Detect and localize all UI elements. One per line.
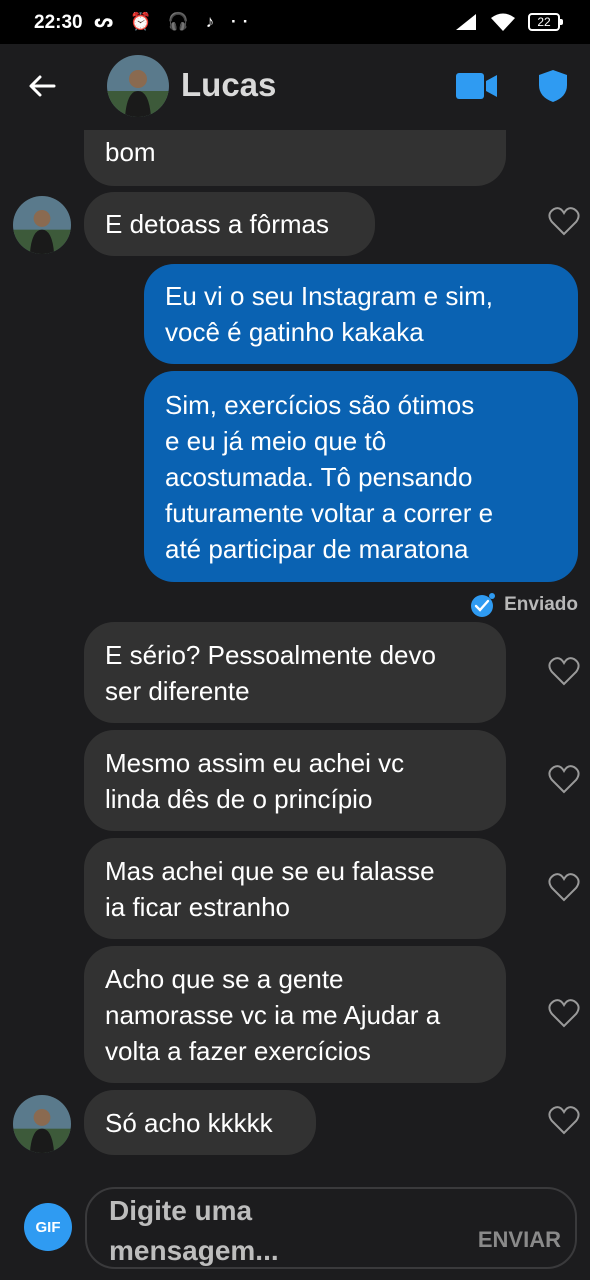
avatar-photo	[13, 1095, 71, 1153]
check-badge-icon	[471, 593, 496, 617]
message-text: você é gatinho kakaka	[165, 317, 424, 347]
message-text: volta a fazer exercícios	[105, 1035, 371, 1066]
sent-status: Enviado	[470, 592, 578, 618]
back-button[interactable]	[24, 68, 60, 104]
message-text: e eu já meio que tô	[165, 425, 387, 456]
message-text: linda dês de o princípio	[105, 783, 373, 814]
message-text: acostumada. Tô pensando	[165, 461, 473, 492]
safety-button[interactable]	[537, 69, 569, 108]
message-text: Mesmo assim eu achei vc	[105, 747, 405, 778]
gif-button[interactable]: GIF	[24, 1203, 72, 1251]
message-text: Só acho kkkkk	[105, 1107, 273, 1138]
video-call-button[interactable]	[456, 73, 498, 104]
chat-header: Lucas	[0, 44, 590, 130]
incoming-message[interactable]: Mas achei que se eu falasse ia ficar est…	[84, 838, 506, 939]
avatar-photo	[107, 55, 169, 117]
message-text: namorasse vc ia me Ajudar a	[105, 999, 441, 1030]
composer-bar: GIF Digite uma mensagem... ENVIAR	[0, 1175, 590, 1280]
message-text: bom	[105, 137, 156, 167]
system-icons: 22	[454, 12, 563, 32]
outgoing-message[interactable]: Sim, exercícios são ótimos e eu já meio …	[144, 371, 578, 582]
heart-icon[interactable]	[548, 1105, 580, 1135]
outgoing-message[interactable]: Eu vi o seu Instagram e sim, você é gati…	[144, 264, 578, 364]
incoming-message[interactable]: Mesmo assim eu achei vc linda dês de o p…	[84, 730, 506, 831]
message-text: Acho que se a gente	[105, 963, 344, 994]
avatar-photo	[13, 196, 71, 254]
message-input-placeholder: Digite uma mensagem...	[109, 1191, 279, 1271]
contact-avatar-small[interactable]	[13, 196, 71, 254]
incoming-message[interactable]: Só acho kkkkk	[84, 1090, 316, 1155]
notification-icons: ᔕ ⏰ 🎧 ♪ ··	[94, 12, 255, 31]
message-text: Eu vi o seu Instagram e sim,	[165, 281, 494, 311]
status-bar: 22:30 ᔕ ⏰ 🎧 ♪ ·· 22	[0, 0, 590, 44]
incoming-message[interactable]: bom	[84, 130, 506, 186]
placeholder-line: mensagem...	[109, 1235, 279, 1266]
message-text: E detoass a fôrmas	[105, 209, 329, 239]
message-text: Mas achei que se eu falasse	[105, 855, 435, 886]
message-text: até participar de maratona	[165, 533, 469, 564]
video-camera-icon	[456, 73, 497, 99]
message-input[interactable]: Digite uma mensagem... ENVIAR	[85, 1187, 577, 1269]
message-list[interactable]: bom E detoass a fôrmas Eu vi o seu Insta…	[0, 130, 590, 1175]
heart-icon[interactable]	[548, 764, 580, 794]
message-text: Sim, exercícios são ótimos	[165, 389, 475, 420]
message-text: futuramente voltar a correr e	[165, 497, 494, 528]
contact-name[interactable]: Lucas	[181, 66, 276, 104]
signal-icon	[456, 14, 476, 30]
placeholder-line: Digite uma	[109, 1195, 253, 1226]
incoming-message[interactable]: E detoass a fôrmas	[84, 192, 375, 256]
sent-label: Enviado	[504, 594, 578, 615]
message-text: E sério? Pessoalmente devo	[105, 639, 436, 670]
shield-icon	[539, 70, 567, 102]
status-time: 22:30	[34, 12, 83, 33]
heart-icon[interactable]	[548, 872, 580, 902]
incoming-message[interactable]: E sério? Pessoalmente devo ser diferente	[84, 622, 506, 723]
heart-icon[interactable]	[548, 656, 580, 686]
send-button[interactable]: ENVIAR	[478, 1227, 561, 1253]
battery-icon: 22	[528, 13, 563, 31]
message-text: ser diferente	[105, 675, 250, 706]
arrow-left-icon	[29, 75, 56, 97]
wifi-icon	[491, 13, 515, 31]
heart-icon[interactable]	[548, 998, 580, 1028]
contact-avatar-small[interactable]	[13, 1095, 71, 1153]
contact-avatar[interactable]	[107, 55, 169, 117]
incoming-message[interactable]: Acho que se a gente namorasse vc ia me A…	[84, 946, 506, 1083]
message-text: ia ficar estranho	[105, 891, 290, 922]
heart-icon[interactable]	[548, 206, 580, 236]
